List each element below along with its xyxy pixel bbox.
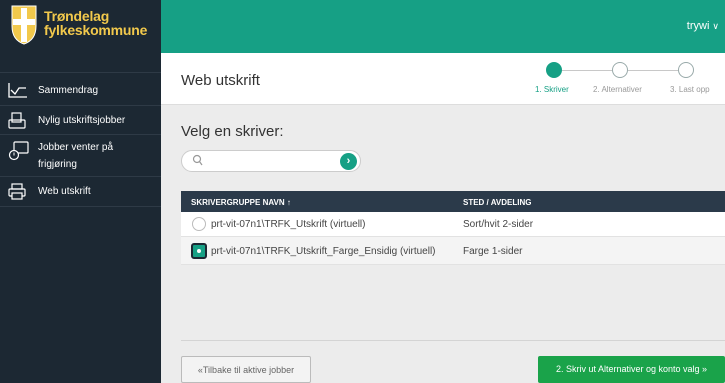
sidebar-item-label: Sammendrag xyxy=(38,85,99,96)
radio-button-selected[interactable] xyxy=(191,243,207,259)
pending-jobs-icon xyxy=(8,141,29,161)
page-header: Web utskrift 1. Skriver 2. Alternativer … xyxy=(161,53,725,105)
brand-line-1: Trøndelag xyxy=(44,8,110,24)
search-box: › xyxy=(181,150,361,172)
sidebar-item-label-line-1: Jobber venter på xyxy=(38,142,114,153)
table-header: SKRIVERGRUPPE NAVN ↑ STED / AVDELING xyxy=(181,191,725,212)
sidebar-item-jobber-venter[interactable]: Jobber venter på frigjøring xyxy=(0,135,161,177)
sidebar-item-nylig-utskriftsjobber[interactable]: Nylig utskriftsjobber xyxy=(0,106,161,135)
next-button[interactable]: 2. Skriv ut Alternativer og konto valg » xyxy=(538,356,725,383)
sort-arrow-icon: ↑ xyxy=(286,198,291,207)
search-go-button[interactable]: › xyxy=(340,153,357,170)
step-connector xyxy=(562,70,612,71)
chevron-down-icon: ∨ xyxy=(712,21,719,31)
sidebar-spacer xyxy=(0,53,161,73)
table-row[interactable]: prt-vit-07n1\TRFK_Utskrift (virtuell) So… xyxy=(181,212,725,237)
column-header-name[interactable]: SKRIVERGRUPPE NAVN ↑ xyxy=(191,198,291,207)
printer-table: SKRIVERGRUPPE NAVN ↑ STED / AVDELING prt… xyxy=(181,191,725,265)
search-icon xyxy=(192,154,203,166)
main-content: Web utskrift 1. Skriver 2. Alternativer … xyxy=(161,53,725,383)
search-input[interactable] xyxy=(208,154,328,168)
sidebar-item-label: Web utskrift xyxy=(38,186,91,197)
printer-location: Farge 1-sider xyxy=(463,246,523,257)
step-3-dot xyxy=(678,62,694,78)
crest-icon xyxy=(11,5,37,45)
user-menu[interactable]: trywi ∨ xyxy=(687,20,719,32)
chart-line-icon xyxy=(8,83,27,98)
sidebar-item-label: Jobber venter på frigjøring xyxy=(38,139,113,173)
document-print-icon xyxy=(8,112,26,129)
sidebar-item-sammendrag[interactable]: Sammendrag xyxy=(0,73,161,106)
section-title: Velg en skriver: xyxy=(181,123,284,140)
back-button[interactable]: «Tilbake til aktive jobber xyxy=(181,356,311,383)
step-indicator: 1. Skriver 2. Alternativer 3. Last opp xyxy=(531,61,725,101)
radio-button[interactable] xyxy=(192,217,206,231)
step-2-label: 2. Alternativer xyxy=(593,85,642,94)
sidebar: Sammendrag Nylig utskriftsjobber Jobber … xyxy=(0,53,161,383)
sidebar-item-label: Nylig utskriftsjobber xyxy=(38,115,126,126)
column-header-name-label: SKRIVERGRUPPE NAVN xyxy=(191,198,285,207)
brand-name: Trøndelag fylkeskommune xyxy=(44,9,147,37)
printer-name: prt-vit-07n1\TRFK_Utskrift_Farge_Ensidig… xyxy=(211,246,436,257)
step-1-dot xyxy=(546,62,562,78)
step-3-label: 3. Last opp xyxy=(670,85,710,94)
step-connector xyxy=(628,70,678,71)
logo[interactable]: Trøndelag fylkeskommune xyxy=(0,0,161,53)
printer-name: prt-vit-07n1\TRFK_Utskrift (virtuell) xyxy=(211,219,366,230)
step-2-dot xyxy=(612,62,628,78)
top-bar: Trøndelag fylkeskommune trywi ∨ xyxy=(0,0,725,53)
sidebar-item-label-line-2: frigjøring xyxy=(38,159,77,170)
brand-line-2: fylkeskommune xyxy=(44,22,148,38)
username: trywi xyxy=(686,20,710,32)
step-1-label: 1. Skriver xyxy=(535,85,569,94)
printer-location: Sort/hvit 2-sider xyxy=(463,219,534,230)
table-row[interactable]: prt-vit-07n1\TRFK_Utskrift_Farge_Ensidig… xyxy=(181,237,725,265)
sidebar-item-web-utskrift[interactable]: Web utskrift xyxy=(0,177,161,207)
printer-icon xyxy=(8,183,26,200)
page-title: Web utskrift xyxy=(181,72,260,89)
column-header-location[interactable]: STED / AVDELING xyxy=(463,198,531,207)
divider xyxy=(181,340,725,341)
